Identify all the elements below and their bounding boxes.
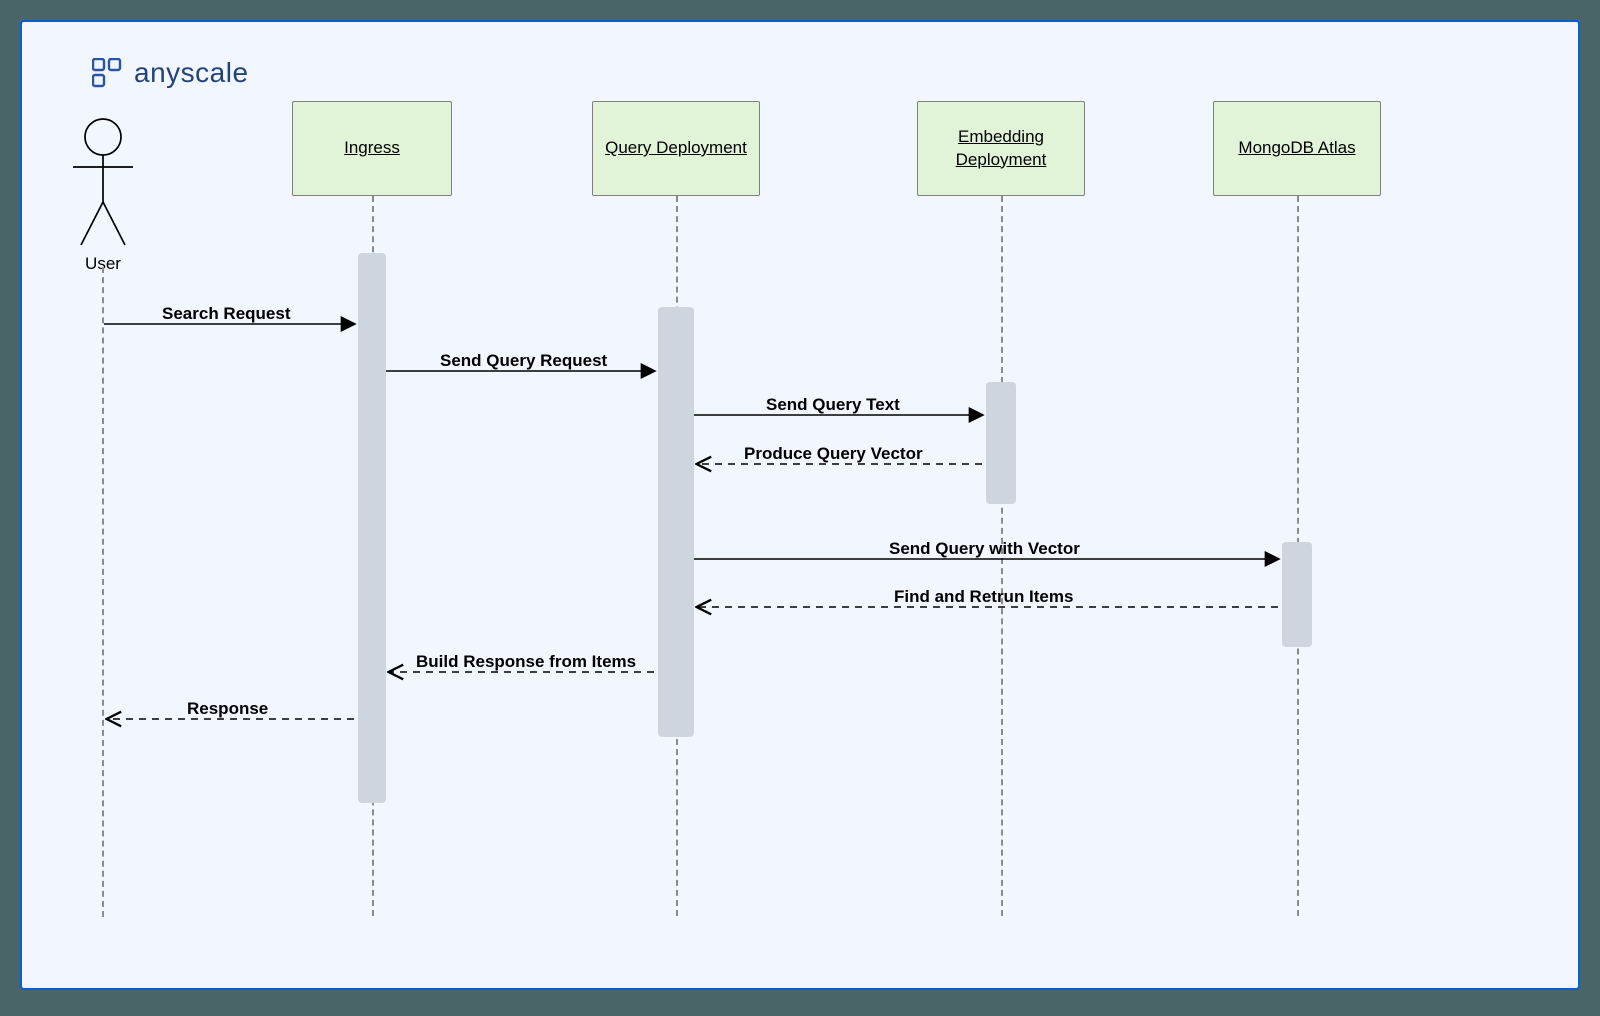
msg-response: Response [187, 699, 268, 719]
activation-mongodb [1282, 542, 1312, 647]
brand-logo: anyscale [92, 57, 249, 89]
participant-ingress: Ingress [292, 101, 452, 196]
msg-search-request: Search Request [162, 304, 291, 324]
stickman-icon [73, 117, 133, 247]
actor-user: User [73, 117, 133, 274]
participant-label: Ingress [344, 137, 400, 160]
msg-find-and-return-items: Find and Retrun Items [894, 587, 1073, 607]
activation-ingress [358, 253, 386, 803]
participant-label: Embedding Deployment [926, 126, 1076, 172]
activation-embedding [986, 382, 1016, 504]
participant-mongodb-atlas: MongoDB Atlas [1213, 101, 1381, 196]
brand-name: anyscale [134, 57, 249, 89]
msg-send-query-text: Send Query Text [766, 395, 900, 415]
msg-send-query-with-vector: Send Query with Vector [889, 539, 1080, 559]
anyscale-icon [92, 58, 122, 88]
participant-query-deployment: Query Deployment [592, 101, 760, 196]
diagram-canvas: anyscale User Ingress Query Deployment E… [20, 20, 1580, 990]
msg-build-response-from-items: Build Response from Items [416, 652, 636, 672]
activation-query [658, 307, 694, 737]
msg-produce-query-vector: Produce Query Vector [744, 444, 923, 464]
participant-label: Query Deployment [605, 137, 747, 160]
participant-label: MongoDB Atlas [1238, 137, 1355, 160]
participant-embedding-deployment: Embedding Deployment [917, 101, 1085, 196]
msg-send-query-request: Send Query Request [440, 351, 607, 371]
lifeline-user [102, 267, 104, 917]
